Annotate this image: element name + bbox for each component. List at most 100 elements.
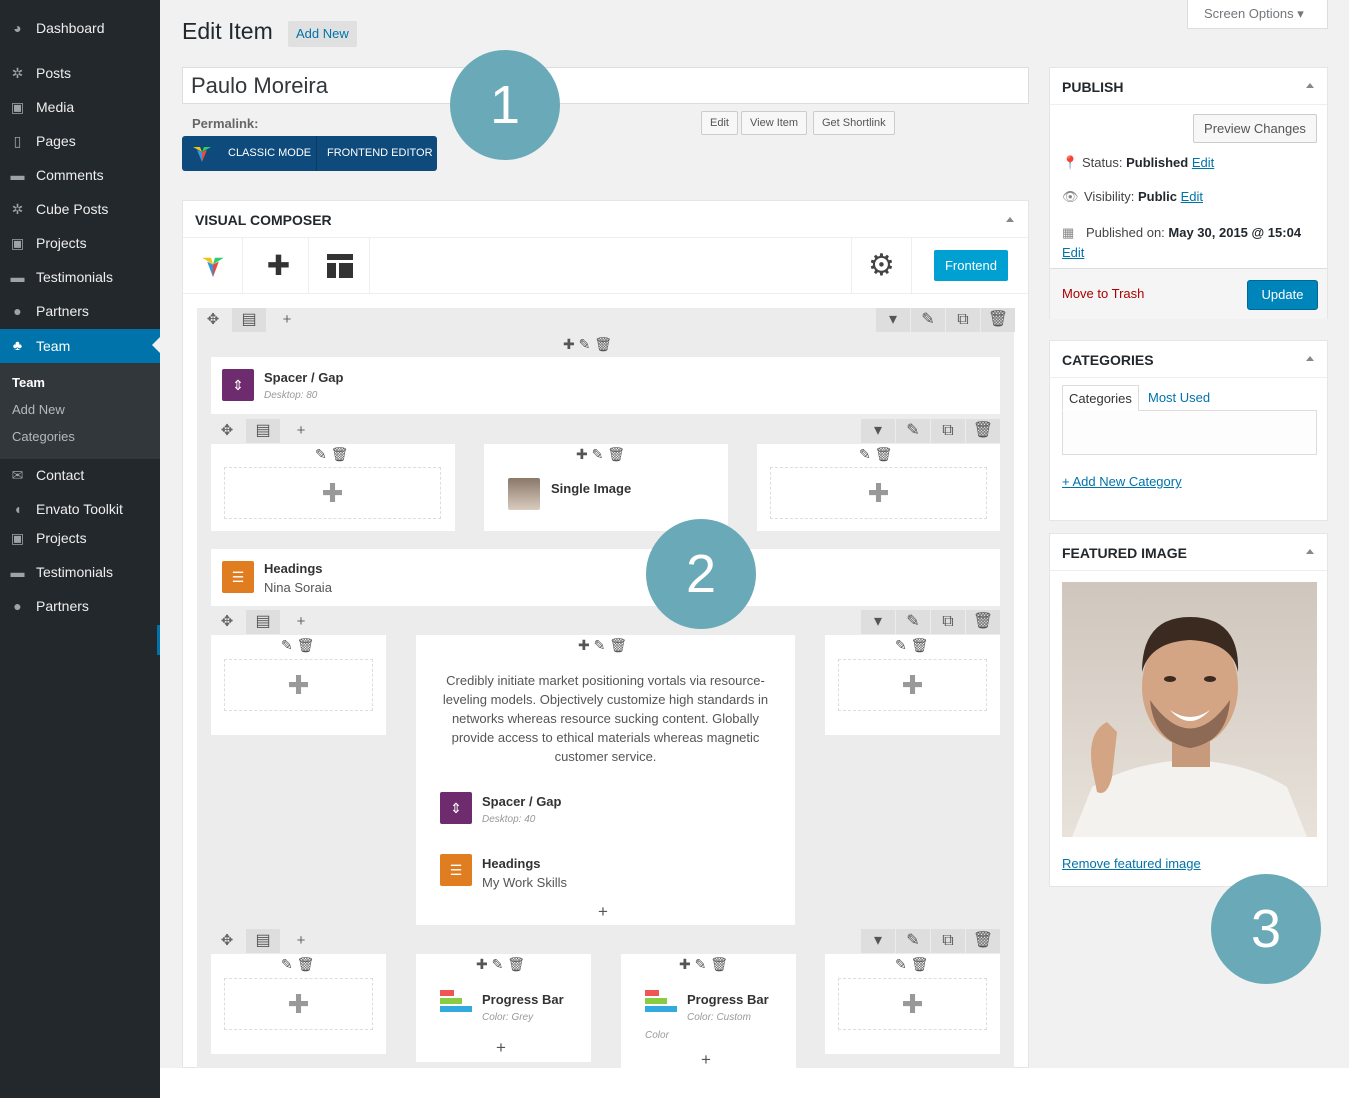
trash-icon[interactable]: 🗑 <box>297 956 315 972</box>
preview-changes-button[interactable]: Preview Changes <box>1193 114 1317 143</box>
pencil-icon[interactable]: ✎ <box>281 637 293 653</box>
frontend-button[interactable]: Frontend <box>934 250 1008 281</box>
clone-icon[interactable]: ⧉ <box>946 308 980 332</box>
plus-icon[interactable]: + <box>598 902 608 922</box>
add-column-icon[interactable]: + <box>287 610 315 634</box>
edit-status-link[interactable]: Edit <box>1192 155 1214 170</box>
settings-button[interactable]: ⚙ <box>851 238 912 294</box>
pencil-icon[interactable]: ✎ <box>859 446 871 462</box>
collapse-arrow-icon[interactable] <box>1306 549 1314 554</box>
delete-icon[interactable]: 🗑 <box>966 610 1000 634</box>
add-column-icon[interactable]: + <box>287 929 315 953</box>
sidebar-item-pages[interactable]: ▯ Pages <box>0 125 160 157</box>
trash-icon[interactable]: 🗑 <box>594 336 612 352</box>
add-element-box[interactable]: ✚ <box>224 467 441 519</box>
sidebar-item-dashboard[interactable]: ◕ Dashboard <box>0 12 160 44</box>
edit-icon[interactable]: ✎ <box>896 419 930 443</box>
plus-icon[interactable]: ✚ <box>476 956 488 972</box>
clone-icon[interactable]: ⧉ <box>931 929 965 953</box>
pencil-icon[interactable]: ✎ <box>895 956 907 972</box>
classic-mode-button[interactable]: CLASSIC MODE <box>228 136 311 171</box>
remove-featured-image-link[interactable]: Remove featured image <box>1062 856 1201 871</box>
pencil-icon[interactable]: ✎ <box>594 637 606 653</box>
column-layout-icon[interactable]: ▤ <box>232 308 266 332</box>
update-button[interactable]: Update <box>1247 280 1318 310</box>
frontend-editor-button[interactable]: FRONTEND EDITOR <box>327 136 433 171</box>
sidebar-item-posts[interactable]: ✲ Posts <box>0 57 160 89</box>
column-layout-icon[interactable]: ▤ <box>246 929 280 953</box>
move-to-trash-link[interactable]: Move to Trash <box>1062 286 1144 301</box>
clone-icon[interactable]: ⧉ <box>931 419 965 443</box>
spacer-element[interactable]: ⇕ Spacer / Gap Desktop: 80 <box>211 357 1000 414</box>
delete-icon[interactable]: 🗑 <box>966 419 1000 443</box>
view-item-button[interactable]: View Item <box>741 111 808 135</box>
clone-icon[interactable]: ⧉ <box>931 610 965 634</box>
tab-most-used[interactable]: Most Used <box>1142 385 1216 411</box>
get-shortlink-button[interactable]: Get Shortlink <box>813 111 895 135</box>
sidebar-item-team[interactable]: ♣ Team <box>0 329 160 363</box>
pencil-icon[interactable]: ✎ <box>592 446 604 462</box>
collapse-arrow-icon[interactable] <box>1006 217 1014 222</box>
plus-icon[interactable]: ✚ <box>578 637 590 653</box>
sidebar-item-projects-2[interactable]: ▣ Projects <box>0 522 160 554</box>
edit-permalink-button[interactable]: Edit <box>701 111 738 135</box>
sidebar-item-envato-toolkit[interactable]: ◖ Envato Toolkit <box>0 493 160 525</box>
plus-icon[interactable]: + <box>701 1050 711 1070</box>
chevron-down-icon[interactable]: ▾ <box>876 308 910 332</box>
plus-icon[interactable]: ✚ <box>576 446 588 462</box>
sidebar-item-partners[interactable]: ● Partners <box>0 295 160 327</box>
category-list[interactable] <box>1062 410 1317 455</box>
edit-visibility-link[interactable]: Edit <box>1181 189 1203 204</box>
add-element-box[interactable]: ✚ <box>224 659 373 711</box>
vc-logo-button[interactable] <box>183 238 243 294</box>
add-column-icon[interactable]: + <box>273 308 301 332</box>
add-element-box[interactable]: ✚ <box>838 978 987 1030</box>
collapse-arrow-icon[interactable] <box>1306 83 1314 88</box>
sidebar-item-partners-2[interactable]: ● Partners <box>0 590 160 622</box>
add-new-button[interactable]: Add New <box>288 21 357 47</box>
sidebar-item-testimonials[interactable]: ▬ Testimonials <box>0 261 160 293</box>
add-new-category-link[interactable]: + Add New Category <box>1062 474 1182 489</box>
trash-icon[interactable]: 🗑 <box>911 637 929 653</box>
add-column-icon[interactable]: + <box>287 419 315 443</box>
move-icon[interactable]: ✥ <box>213 929 241 953</box>
move-icon[interactable]: ✥ <box>213 610 241 634</box>
sidebar-item-projects[interactable]: ▣ Projects <box>0 227 160 259</box>
edit-icon[interactable]: ✎ <box>911 308 945 332</box>
submenu-item-add-new[interactable]: Add New <box>12 402 65 417</box>
sidebar-item-testimonials-2[interactable]: ▬ Testimonials <box>0 556 160 588</box>
tab-all-categories[interactable]: Categories <box>1062 385 1139 411</box>
plus-icon[interactable]: ✚ <box>679 956 691 972</box>
add-element-box[interactable]: ✚ <box>770 467 987 519</box>
sidebar-item-media[interactable]: ▣ Media <box>0 91 160 123</box>
templates-button[interactable] <box>310 238 370 294</box>
submenu-item-team[interactable]: Team <box>12 375 45 390</box>
delete-icon[interactable]: 🗑 <box>981 308 1015 332</box>
pencil-icon[interactable]: ✎ <box>695 956 707 972</box>
screen-options-button[interactable]: Screen Options ▾ <box>1187 0 1328 29</box>
trash-icon[interactable]: 🗑 <box>911 956 929 972</box>
headings-element[interactable]: ☰ Headings Nina Soraia <box>211 549 1000 606</box>
edit-icon[interactable]: ✎ <box>896 929 930 953</box>
add-element-box[interactable]: ✚ <box>838 659 987 711</box>
submenu-item-categories[interactable]: Categories <box>12 429 75 444</box>
trash-icon[interactable]: 🗑 <box>297 637 315 653</box>
edit-icon[interactable]: ✎ <box>896 610 930 634</box>
post-title-input[interactable] <box>182 67 1029 104</box>
pencil-icon[interactable]: ✎ <box>281 956 293 972</box>
pencil-icon[interactable]: ✎ <box>492 956 504 972</box>
plus-icon[interactable]: + <box>496 1038 506 1058</box>
add-element-box[interactable]: ✚ <box>224 978 373 1030</box>
chevron-down-icon[interactable]: ▾ <box>861 610 895 634</box>
featured-image[interactable] <box>1062 582 1317 837</box>
trash-icon[interactable]: 🗑 <box>710 956 728 972</box>
column-layout-icon[interactable]: ▤ <box>246 610 280 634</box>
trash-icon[interactable]: 🗑 <box>875 446 893 462</box>
column-layout-icon[interactable]: ▤ <box>246 419 280 443</box>
add-element-button[interactable]: ✚ <box>249 238 309 294</box>
delete-icon[interactable]: 🗑 <box>966 929 1000 953</box>
pencil-icon[interactable]: ✎ <box>579 336 591 352</box>
trash-icon[interactable]: 🗑 <box>609 637 627 653</box>
trash-icon[interactable]: 🗑 <box>507 956 525 972</box>
chevron-down-icon[interactable]: ▾ <box>861 929 895 953</box>
